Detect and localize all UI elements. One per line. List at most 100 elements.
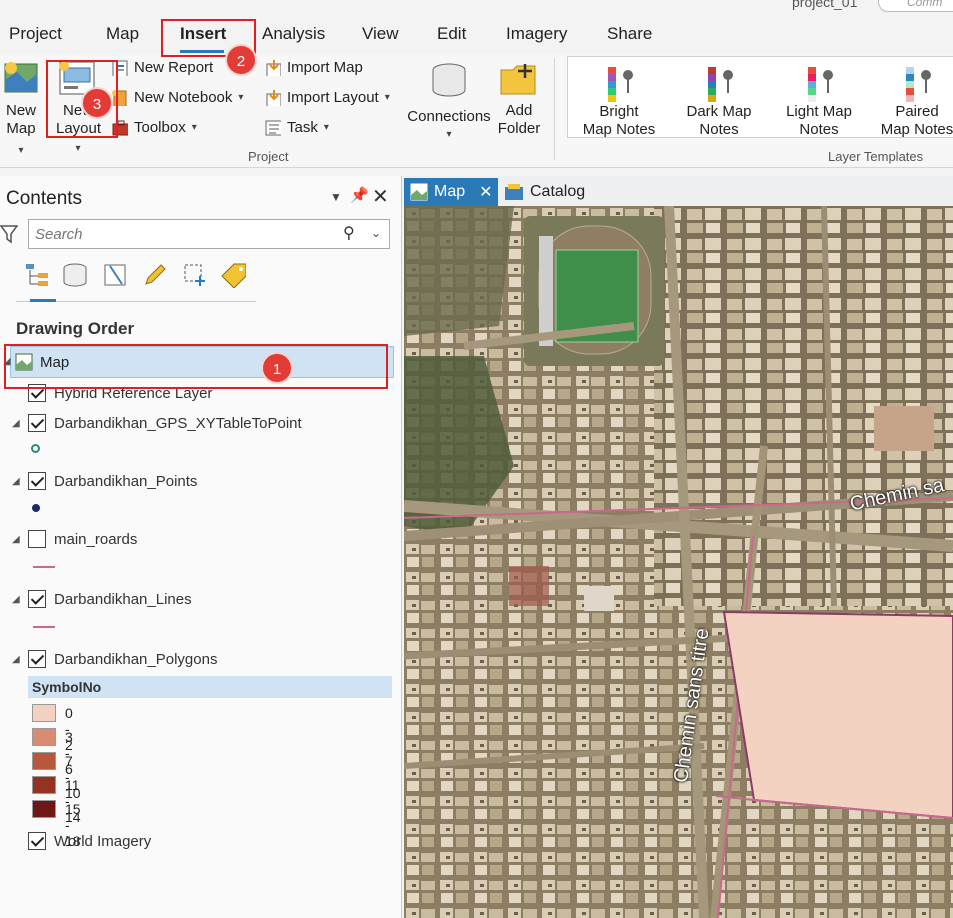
command-search[interactable]: Comm [878, 0, 953, 12]
project-name: project_01 [792, 0, 858, 10]
callout-badge-1: 1 [261, 352, 293, 384]
tab-imagery[interactable]: Imagery [506, 24, 567, 44]
layer-main-roads[interactable]: main_roards [28, 530, 137, 548]
map-view[interactable]: Chemin sans titre Chemin sa [404, 206, 953, 918]
expand-triangle-icon[interactable]: ◢ [12, 418, 20, 429]
expand-triangle-icon[interactable]: ◢ [12, 534, 20, 545]
map-icon [410, 183, 428, 201]
line-symbol-icon [33, 626, 55, 628]
search-field[interactable]: ⚲ ⌄ [28, 219, 390, 249]
legend-swatch [32, 728, 56, 746]
snapping-icon[interactable] [182, 262, 208, 288]
new-report-button[interactable]: New Report [112, 59, 213, 76]
layer-darbandikhan-lines[interactable]: Darbandikhan_Lines [28, 590, 192, 608]
connections-label: Connections ▾ [407, 108, 491, 140]
tab-view[interactable]: View [362, 24, 399, 44]
import-map-button[interactable]: Import Map [265, 59, 363, 76]
task-icon [265, 120, 281, 135]
contents-title: Contents [6, 188, 83, 209]
template-paired-map-notes[interactable]: Paired Map Notes [874, 59, 953, 138]
close-icon[interactable]: ✕ [479, 182, 492, 202]
legend-field-header[interactable]: SymbolNo [28, 676, 392, 698]
project-group-label: Project [248, 149, 289, 164]
data-source-icon[interactable] [62, 262, 88, 288]
legend-swatch [32, 752, 56, 770]
legend-swatch [32, 704, 56, 722]
template-light-map-notes[interactable]: Light Map Notes [776, 59, 862, 138]
callout-badge-2: 2 [225, 44, 257, 76]
layer-darbandikhan-polygons[interactable]: Darbandikhan_Polygons [28, 650, 217, 668]
callout-box-map-item [4, 344, 388, 389]
new-notebook-button[interactable]: New Notebook ▾ [112, 89, 243, 106]
ribbon-tabs: Project Map Insert Analysis View Edit Im… [0, 14, 953, 54]
new-map-label: New Map ▾ [5, 102, 36, 156]
satellite-imagery [404, 206, 953, 918]
layer-darbandikhan-points[interactable]: Darbandikhan_Points [28, 472, 197, 490]
legend-swatch [32, 800, 56, 818]
layer-visibility-checkbox[interactable] [28, 414, 46, 432]
callout-badge-3: 3 [81, 87, 113, 119]
layer-visibility-checkbox[interactable] [28, 590, 46, 608]
contents-pane: Contents ▼ 📌 ✕ ⚲ ⌄ Drawing Order ◢ Map [0, 176, 402, 918]
line-symbol-icon [33, 566, 55, 568]
drawing-order-heading: Drawing Order [16, 319, 135, 338]
title-bar: project_01 Comm [0, 0, 953, 14]
layer-visibility-checkbox[interactable] [28, 650, 46, 668]
point-symbol-icon [32, 504, 40, 512]
chevron-down-icon: ▾ [384, 92, 390, 103]
tab-project[interactable]: Project [9, 24, 62, 44]
layer-gps-xytable[interactable]: Darbandikhan_GPS_XYTableToPoint [28, 414, 302, 432]
drawing-order-icon[interactable] [24, 262, 50, 288]
layer-templates-gallery: Bright Map Notes Dark Map Notes Light Ma… [567, 56, 953, 138]
task-button[interactable]: Task ▾ [265, 119, 329, 136]
layer-templates-group-label: Layer Templates [828, 149, 924, 164]
map-notes-icon [808, 67, 833, 102]
group-separator [554, 58, 555, 160]
editing-pencil-icon[interactable] [142, 262, 168, 288]
layer-visibility-checkbox[interactable] [28, 530, 46, 548]
layer-visibility-checkbox[interactable] [28, 472, 46, 490]
template-dark-map-notes[interactable]: Dark Map Notes [676, 59, 762, 138]
map-notes-icon [708, 67, 733, 102]
active-view-indicator [30, 299, 56, 302]
map-notes-icon [906, 67, 931, 102]
map-icon [4, 62, 38, 93]
add-folder-button[interactable]: Add Folder [494, 56, 544, 138]
connections-button[interactable]: Connections ▾ [404, 56, 494, 142]
expand-triangle-icon[interactable]: ◢ [12, 654, 20, 665]
point-symbol-icon [31, 444, 40, 453]
chevron-down-icon: ▾ [238, 92, 244, 103]
toolbox-button[interactable]: Toolbox ▾ [112, 119, 197, 136]
map-view-tab[interactable]: Map ✕ [404, 178, 498, 206]
labeling-tag-icon[interactable] [220, 262, 246, 288]
selection-icon[interactable] [102, 262, 128, 288]
tab-share[interactable]: Share [607, 24, 652, 44]
expand-triangle-icon[interactable]: ◢ [12, 594, 20, 605]
pin-icon[interactable]: 📌 [350, 186, 369, 204]
view-tabs: Map ✕ Catalog [402, 176, 953, 206]
catalog-view-tab[interactable]: Catalog [504, 178, 585, 206]
tab-edit[interactable]: Edit [437, 24, 466, 44]
folder-add-icon [500, 64, 536, 95]
search-icon[interactable]: ⚲ [343, 223, 355, 243]
tab-map[interactable]: Map [106, 24, 139, 44]
pane-options-icon[interactable]: ▼ [330, 190, 342, 204]
expand-triangle-icon[interactable]: ◢ [12, 476, 20, 487]
new-map-button[interactable]: New Map ▾ [0, 56, 44, 156]
add-folder-label: Add Folder [497, 102, 541, 137]
template-bright-map-notes[interactable]: Bright Map Notes [576, 59, 662, 138]
legend-swatch [32, 776, 56, 794]
import-layout-button[interactable]: Import Layout ▾ [265, 89, 390, 106]
layer-world-imagery[interactable]: World Imagery [28, 832, 151, 850]
filter-icon[interactable] [0, 224, 18, 244]
chevron-down-icon[interactable]: ⌄ [371, 226, 381, 240]
import-layout-icon [266, 89, 281, 106]
tab-analysis[interactable]: Analysis [262, 24, 325, 44]
import-map-icon [266, 59, 281, 76]
ribbon-body: New Map ▾ New Layout ▾ New Report New No… [0, 54, 953, 168]
layer-visibility-checkbox[interactable] [28, 832, 46, 850]
chevron-down-icon: ▾ [323, 122, 329, 133]
search-input[interactable] [29, 220, 329, 248]
map-notes-icon [608, 67, 633, 102]
close-icon[interactable]: ✕ [372, 184, 389, 209]
